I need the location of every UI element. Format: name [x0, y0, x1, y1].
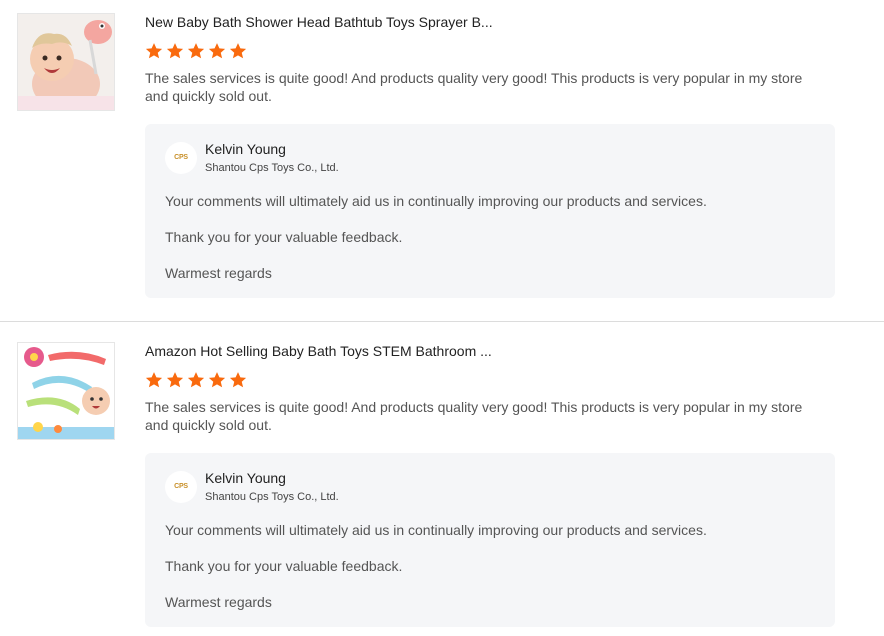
supplier-logo-text: CPS [174, 483, 188, 490]
star-icon [208, 43, 226, 59]
product-thumbnail-shower-toy[interactable] [17, 13, 115, 111]
review-text: The sales services is quite good! And pr… [145, 399, 803, 433]
reply-line: Thank you for your valuable feedback. [165, 229, 403, 245]
star-icon [166, 372, 184, 388]
product-thumbnail-bath-slide-toy[interactable] [17, 342, 115, 440]
product-image [18, 14, 114, 110]
reply-line: Your comments will ultimately aid us in … [165, 522, 707, 538]
reply-author-name: Kelvin Young [205, 470, 286, 486]
star-icon [187, 43, 205, 59]
review-item: Amazon Hot Selling Baby Bath Toys STEM B… [0, 321, 884, 636]
star-rating [145, 371, 835, 391]
reply-header: CPS Kelvin Young Shantou Cps Toys Co., L… [165, 140, 815, 175]
reply-company-name: Shantou Cps Toys Co., Ltd. [205, 491, 339, 503]
product-title[interactable]: New Baby Bath Shower Head Bathtub Toys S… [145, 12, 835, 32]
supplier-reply: CPS Kelvin Young Shantou Cps Toys Co., L… [145, 453, 835, 627]
review-item: New Baby Bath Shower Head Bathtub Toys S… [0, 0, 884, 321]
star-icon [145, 43, 163, 59]
product-image [18, 343, 114, 439]
star-icon [208, 372, 226, 388]
star-icon [229, 372, 247, 388]
star-icon [166, 43, 184, 59]
reply-author-name: Kelvin Young [205, 141, 286, 157]
star-icon [229, 43, 247, 59]
product-title[interactable]: Amazon Hot Selling Baby Bath Toys STEM B… [145, 341, 835, 361]
reply-line: Thank you for your valuable feedback. [165, 558, 403, 574]
reply-header: CPS Kelvin Young Shantou Cps Toys Co., L… [165, 469, 815, 504]
supplier-logo: CPS [165, 141, 197, 174]
supplier-reply: CPS Kelvin Young Shantou Cps Toys Co., L… [145, 124, 835, 298]
reply-line: Warmest regards [165, 265, 272, 281]
reply-company-name: Shantou Cps Toys Co., Ltd. [205, 162, 339, 174]
reply-line: Your comments will ultimately aid us in … [165, 193, 707, 209]
star-icon [145, 372, 163, 388]
supplier-logo: CPS [165, 470, 197, 503]
star-icon [187, 372, 205, 388]
star-rating [145, 42, 835, 62]
review-text: The sales services is quite good! And pr… [145, 70, 803, 104]
reply-line: Warmest regards [165, 594, 272, 610]
supplier-logo-text: CPS [174, 154, 188, 161]
